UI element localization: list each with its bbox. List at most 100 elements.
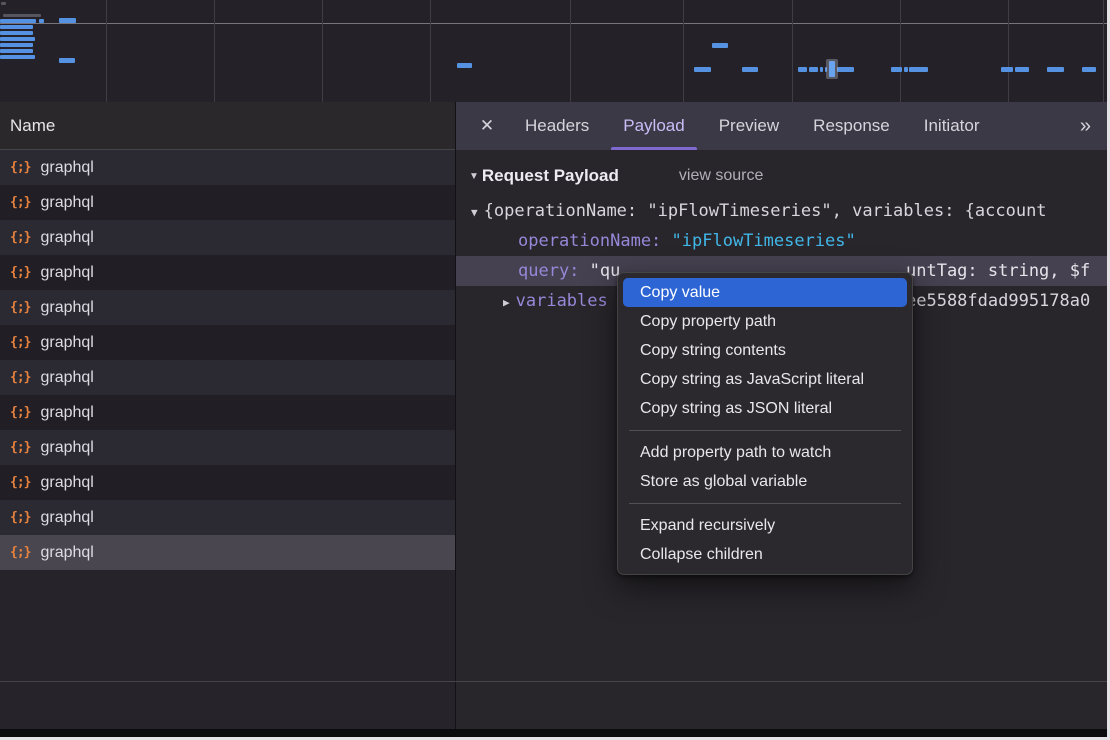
request-name: graphql xyxy=(40,474,93,492)
timeline-gridline xyxy=(570,0,571,102)
menu-item-collapse-children[interactable]: Collapse children xyxy=(623,540,907,569)
json-fetch-icon: {;} xyxy=(10,335,30,350)
timeline-overview[interactable] xyxy=(0,0,1107,103)
timeline-request-bar xyxy=(0,43,33,47)
tab-initiator[interactable]: Initiator xyxy=(910,102,994,150)
request-name: graphql xyxy=(40,509,93,527)
expanded-triangle-icon[interactable]: ▼ xyxy=(471,198,478,228)
name-column-header[interactable]: Name xyxy=(0,102,455,150)
context-menu: Copy valueCopy property pathCopy string … xyxy=(617,272,913,575)
tab-headers[interactable]: Headers xyxy=(511,102,603,150)
json-fetch-icon: {;} xyxy=(10,195,30,210)
close-icon[interactable]: ✕ xyxy=(466,102,508,150)
timeline-request-bar xyxy=(1082,67,1096,72)
timeline-request-bar xyxy=(837,67,854,72)
timeline-request-bar xyxy=(3,14,41,17)
timeline-gridline xyxy=(683,0,684,102)
property-key: variables xyxy=(516,291,608,311)
request-name: graphql xyxy=(40,544,93,562)
json-fetch-icon: {;} xyxy=(10,440,30,455)
tab-response[interactable]: Response xyxy=(799,102,904,150)
timeline-gridline xyxy=(900,0,901,102)
menu-item-copy-value[interactable]: Copy value xyxy=(623,278,907,307)
timeline-request-bar xyxy=(39,19,44,23)
timeline-request-bar xyxy=(0,55,35,59)
network-request-row[interactable]: {;} graphql xyxy=(0,465,455,500)
request-name: graphql xyxy=(40,264,93,282)
timeline-request-bar xyxy=(820,67,823,72)
network-request-row[interactable]: {;}graphql xyxy=(0,150,455,185)
property-value-right: untTag: string, $f xyxy=(906,256,1090,286)
timeline-request-bar xyxy=(0,49,33,53)
timeline-request-bar xyxy=(59,18,76,23)
request-list: {;} graphql {;} graphql {;} graphql {;} graphql… xyxy=(0,150,455,570)
json-fetch-icon: {;} xyxy=(10,545,30,560)
timeline-request-bar xyxy=(59,58,75,63)
timeline-gridline xyxy=(322,0,323,102)
tab-payload[interactable]: Payload xyxy=(609,102,698,150)
view-source-link[interactable]: view source xyxy=(679,167,763,185)
menu-item-add-property-path-to-watch[interactable]: Add property path to watch xyxy=(623,438,907,467)
menu-item-copy-string-contents[interactable]: Copy string contents xyxy=(623,336,907,365)
tab-preview[interactable]: Preview xyxy=(705,102,793,150)
json-fetch-icon: {;} xyxy=(10,510,30,525)
request-name: graphql xyxy=(40,159,93,177)
timeline-gridline xyxy=(106,0,107,102)
property-value: "ipFlowTimeseries" xyxy=(672,231,856,251)
timeline-request-bar xyxy=(457,63,472,68)
network-request-row[interactable]: {;} graphql xyxy=(0,360,455,395)
timeline-gridline xyxy=(430,0,431,102)
collapsed-triangle-icon[interactable]: ▶ xyxy=(503,288,510,318)
json-fetch-icon: {;} xyxy=(10,405,30,420)
timeline-request-bar xyxy=(0,37,35,41)
json-fetch-icon: {;} xyxy=(10,265,30,280)
timeline-request-bar xyxy=(904,67,908,72)
timeline-request-bar xyxy=(1001,67,1013,72)
timeline-request-bar xyxy=(0,19,36,23)
network-request-row[interactable]: {;} graphql xyxy=(0,255,455,290)
json-fetch-icon: {;} xyxy=(10,230,30,245)
footer-divider xyxy=(0,681,1107,682)
network-request-row[interactable]: {;}graphql xyxy=(0,430,455,465)
timeline-request-bar xyxy=(712,43,728,48)
menu-separator xyxy=(629,503,901,504)
timeline-gridline xyxy=(1103,0,1104,102)
json-fetch-icon: {;} xyxy=(10,370,30,385)
request-name: graphql xyxy=(40,334,93,352)
property-key: query: xyxy=(518,261,590,281)
network-request-row[interactable]: {;} graphql xyxy=(0,535,455,570)
more-tabs-icon[interactable]: » xyxy=(1080,102,1091,150)
menu-item-copy-string-as-javascript-literal[interactable]: Copy string as JavaScript literal xyxy=(623,365,907,394)
expanded-triangle-icon[interactable]: ▼ xyxy=(469,171,479,182)
request-name: graphql xyxy=(40,369,93,387)
timeline-request-bar xyxy=(694,67,711,72)
timeline-request-bar xyxy=(909,67,928,72)
property-key: operationName: xyxy=(518,231,672,251)
timeline-request-bar xyxy=(798,67,807,72)
network-request-row[interactable]: {;}graphql xyxy=(0,395,455,430)
menu-item-expand-recursively[interactable]: Expand recursively xyxy=(623,511,907,540)
network-request-row[interactable]: {;} graphql xyxy=(0,185,455,220)
menu-item-store-as-global-variable[interactable]: Store as global variable xyxy=(623,467,907,496)
timeline-request-bar xyxy=(1047,67,1064,72)
section-title: Request Payload xyxy=(482,166,619,186)
json-fetch-icon: {;} xyxy=(10,300,30,315)
json-fetch-icon: {;} xyxy=(10,475,30,490)
menu-item-copy-property-path[interactable]: Copy property path xyxy=(623,307,907,336)
network-request-row[interactable]: {;} graphql xyxy=(0,500,455,535)
request-name: graphql xyxy=(40,194,93,212)
tree-row-operation-name[interactable]: operationName: "ipFlowTimeseries" xyxy=(456,226,1107,256)
network-request-row[interactable]: {;} graphql xyxy=(0,325,455,360)
requests-panel: Name {;}graphql{;}graphql{;}graphql{;}gr… xyxy=(0,102,456,729)
window-bottom-bar xyxy=(0,729,1107,737)
timeline-request-bar xyxy=(891,67,902,72)
request-name: graphql xyxy=(40,299,93,317)
tree-row-root[interactable]: ▼{operationName: "ipFlowTimeseries", var… xyxy=(456,196,1107,226)
network-request-row[interactable]: {;}graphql xyxy=(0,220,455,255)
timeline-gridline xyxy=(214,0,215,102)
timeline-request-bar xyxy=(1,2,6,5)
network-request-row[interactable]: {;} graphql xyxy=(0,290,455,325)
menu-item-copy-string-as-json-literal[interactable]: Copy string as JSON literal xyxy=(623,394,907,423)
timeline-lane-divider xyxy=(0,23,1107,24)
devtools-window: Name {;}graphql{;}graphql{;}graphql{;}gr… xyxy=(0,0,1107,737)
